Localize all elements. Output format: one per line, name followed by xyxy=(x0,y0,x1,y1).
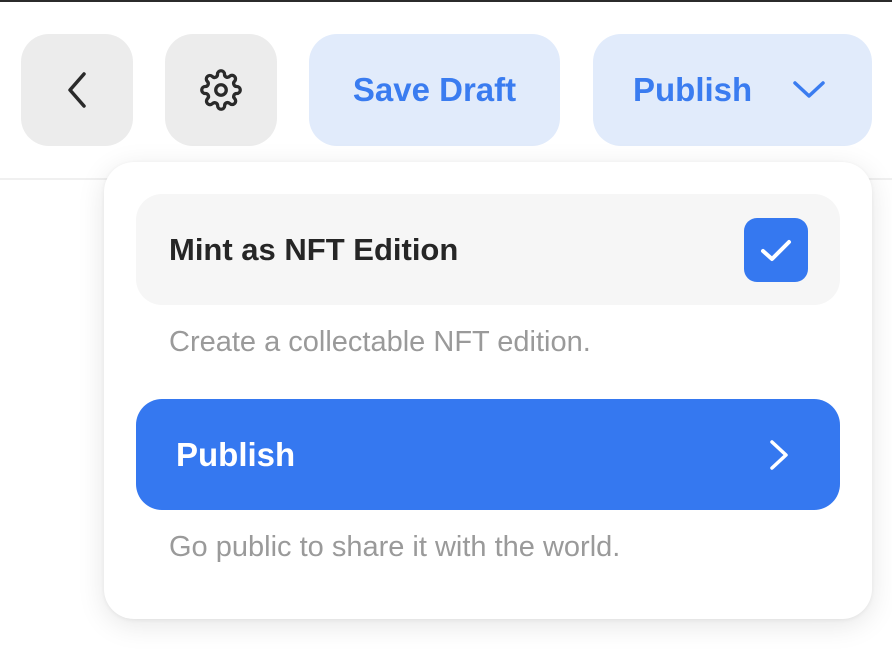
mint-nft-label: Mint as NFT Edition xyxy=(169,231,459,267)
mint-nft-description: Create a collectable NFT edition. xyxy=(169,326,591,358)
publish-confirm-label: Publish xyxy=(176,435,296,473)
publish-description: Go public to share it with the world. xyxy=(169,531,621,563)
top-border xyxy=(0,0,892,2)
mint-nft-option[interactable]: Mint as NFT Edition xyxy=(136,194,840,305)
checkmark-icon xyxy=(761,240,791,261)
back-button[interactable] xyxy=(21,34,133,146)
publish-menu-button[interactable]: Publish xyxy=(593,34,872,146)
settings-button[interactable] xyxy=(165,34,277,146)
chevron-right-icon xyxy=(770,440,788,470)
publish-dropdown-menu: Mint as NFT Edition Create a collectable… xyxy=(104,162,872,619)
gear-icon xyxy=(200,69,242,111)
publish-confirm-button[interactable]: Publish xyxy=(136,399,840,510)
chevron-down-icon xyxy=(793,81,825,98)
mint-nft-checkbox[interactable] xyxy=(744,218,808,282)
chevron-left-icon xyxy=(68,72,86,108)
save-draft-button[interactable]: Save Draft xyxy=(309,34,560,146)
publish-menu-label: Publish xyxy=(633,71,753,108)
